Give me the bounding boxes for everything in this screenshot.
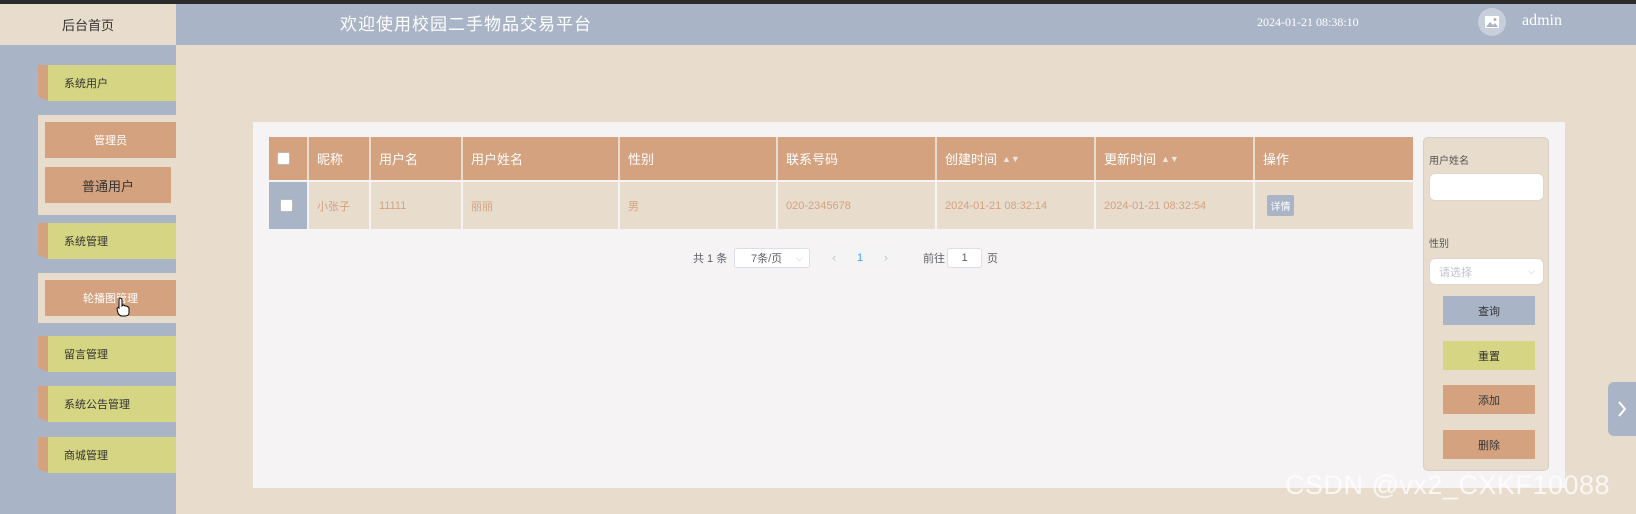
sidebar-item-label: 商城管理 (48, 437, 176, 473)
column-header-username: 用户名 (371, 137, 463, 180)
sidebar: 系统用户 管理员 普通用户 系统管理 轮播图管理 留言管理 系统公告管理 商城管… (0, 45, 176, 514)
sidebar-item-label: 系统用户 (48, 65, 176, 101)
goto-suffix: 页 (987, 253, 998, 265)
menu-edge (38, 386, 48, 422)
realname-filter-input[interactable] (1429, 173, 1544, 201)
cell-actions: 详情 (1255, 182, 1413, 229)
hand-cursor-icon (116, 297, 130, 317)
add-button[interactable]: 添加 (1443, 385, 1535, 414)
sidebar-item-messages[interactable]: 留言管理 (38, 336, 176, 372)
chevron-down-icon: ⌵ (796, 252, 803, 263)
column-header-updated-label: 更新时间 (1104, 152, 1157, 167)
image-icon[interactable] (1478, 8, 1506, 36)
pagination-total: 共 1 条 (693, 253, 728, 265)
sidebar-item-label: 系统管理 (48, 223, 176, 259)
gender-filter-placeholder: 请选择 (1439, 266, 1472, 279)
data-table: 昵称 用户名 用户姓名 性别 联系号码 创建时间 ▲▼ 更新时间 ▲▼ 操作 小张子… (269, 137, 1419, 229)
row-select-cell (269, 182, 309, 229)
column-header-created[interactable]: 创建时间 ▲▼ (937, 137, 1096, 180)
sidebar-item-mall[interactable]: 商城管理 (38, 437, 176, 473)
cell-phone: 020-2345678 (778, 182, 937, 229)
row-checkbox[interactable] (280, 199, 293, 212)
column-header-updated[interactable]: 更新时间 ▲▼ (1096, 137, 1255, 180)
content-panel: 昵称 用户名 用户姓名 性别 联系号码 创建时间 ▲▼ 更新时间 ▲▼ 操作 小张子… (253, 122, 1565, 488)
sidebar-subitem-admin[interactable]: 管理员 (45, 122, 176, 158)
cell-realname: 丽丽 (463, 182, 620, 229)
goto-page-input[interactable] (947, 248, 982, 268)
goto-prefix: 前往 (923, 253, 945, 265)
column-header-created-label: 创建时间 (945, 152, 998, 167)
cell-username: 11111 (371, 182, 463, 229)
column-header-actions: 操作 (1255, 137, 1413, 180)
submenu-system-management: 轮播图管理 (38, 273, 176, 323)
page-size-value: 7条/页 (751, 253, 783, 265)
page-size-select[interactable]: 7条/页 ⌵ (734, 248, 810, 268)
detail-button[interactable]: 详情 (1267, 195, 1294, 216)
current-datetime: 2024-01-21 08:38:10 (1257, 15, 1359, 29)
search-panel: 用户姓名 性别 请选择 ⌵ 查询 重置 添加 删除 (1423, 137, 1549, 471)
column-header-nickname: 昵称 (309, 137, 371, 180)
submenu-system-users: 管理员 普通用户 (38, 115, 176, 215)
sort-icon[interactable]: ▲▼ (1002, 154, 1020, 164)
sidebar-item-system-users[interactable]: 系统用户 (38, 65, 176, 101)
sidebar-subitem-carousel[interactable]: 轮播图管理 (45, 280, 176, 316)
site-title: 欢迎使用校园二手物品交易平台 (340, 15, 592, 35)
home-button[interactable]: 后台首页 (0, 4, 176, 45)
menu-edge (38, 437, 48, 473)
column-header-gender: 性别 (620, 137, 778, 180)
menu-edge (38, 223, 48, 259)
column-header-realname: 用户姓名 (463, 137, 620, 180)
cell-created: 2024-01-21 08:32:14 (937, 182, 1096, 229)
cell-nickname: 小张子 (309, 182, 371, 229)
select-all-checkbox[interactable] (277, 152, 290, 165)
watermark-text: CSDN @vx2_CXKF10088 (1285, 470, 1611, 500)
header-bar (0, 4, 1636, 45)
reset-button[interactable]: 重置 (1443, 341, 1535, 370)
realname-filter-label: 用户姓名 (1429, 156, 1469, 167)
query-button[interactable]: 查询 (1443, 296, 1535, 325)
page-number-current[interactable]: 1 (849, 248, 871, 268)
gender-filter-select[interactable]: 请选择 ⌵ (1429, 258, 1544, 285)
sidebar-item-system-management[interactable]: 系统管理 (38, 223, 176, 259)
prev-page-button[interactable]: ‹ (823, 248, 845, 268)
sidebar-item-label: 留言管理 (48, 336, 176, 372)
sort-icon[interactable]: ▲▼ (1161, 154, 1179, 164)
menu-edge (38, 65, 48, 101)
cell-updated: 2024-01-21 08:32:54 (1096, 182, 1255, 229)
cell-gender: 男 (620, 182, 778, 229)
sidebar-subitem-regular-user[interactable]: 普通用户 (45, 167, 171, 203)
gender-filter-label: 性别 (1429, 239, 1449, 250)
chevron-down-icon: ⌵ (1528, 266, 1535, 276)
sidebar-item-label: 系统公告管理 (48, 386, 176, 422)
delete-button[interactable]: 删除 (1443, 430, 1535, 459)
next-page-button[interactable]: › (875, 248, 897, 268)
menu-edge (38, 336, 48, 372)
chevron-right-icon[interactable] (1608, 382, 1636, 436)
sidebar-item-announcements[interactable]: 系统公告管理 (38, 386, 176, 422)
select-all-cell (269, 137, 309, 180)
username-label[interactable]: admin (1522, 12, 1562, 30)
column-header-phone: 联系号码 (778, 137, 937, 180)
